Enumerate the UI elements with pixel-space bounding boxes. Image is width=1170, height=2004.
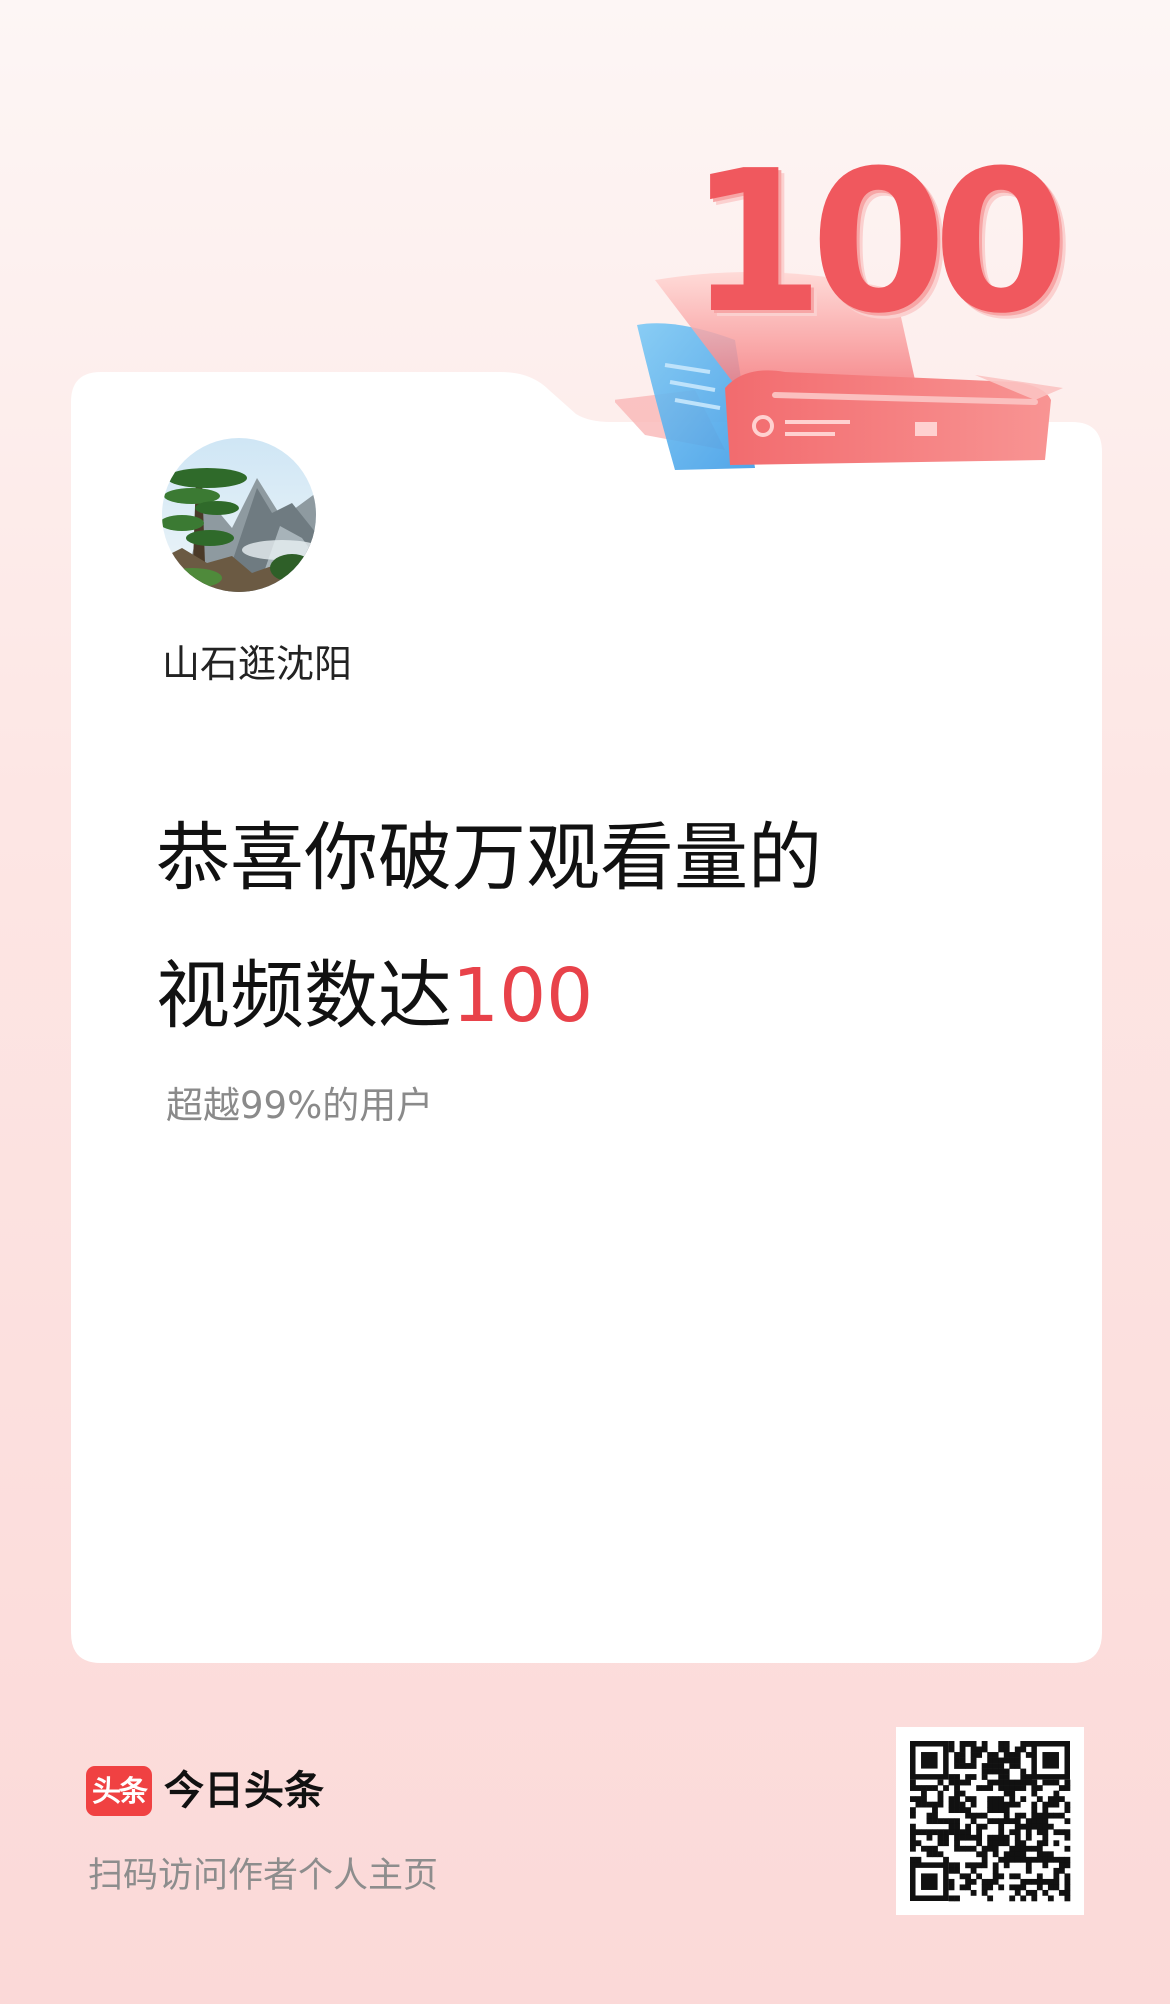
badge-number: 100 — [688, 129, 1069, 357]
toutiao-logo-icon: 头条 — [86, 1766, 152, 1816]
achievement-headline: 恭喜你破万观看量的 视频数达100 — [156, 789, 1016, 1065]
author-name[interactable]: 山石逛沈阳 — [162, 636, 352, 692]
scan-hint: 扫码访问作者个人主页 — [88, 1856, 439, 1896]
headline-line2: 视频数达100 — [156, 927, 1016, 1065]
qr-code-icon — [910, 1741, 1071, 1902]
brand-name: 今日头条 — [164, 1768, 324, 1814]
ranking-subtitle: 超越99%的用户 — [166, 1084, 434, 1127]
headline-line1: 恭喜你破万观看量的 — [156, 815, 822, 901]
qr-code[interactable] — [896, 1727, 1084, 1915]
headline-count: 100 — [452, 953, 594, 1039]
mountain-pine-avatar-icon — [162, 438, 316, 592]
headline-line2-text: 视频数达 — [156, 953, 452, 1039]
author-avatar[interactable] — [162, 438, 316, 592]
video-hundred-badge: 100 — [615, 129, 1069, 480]
